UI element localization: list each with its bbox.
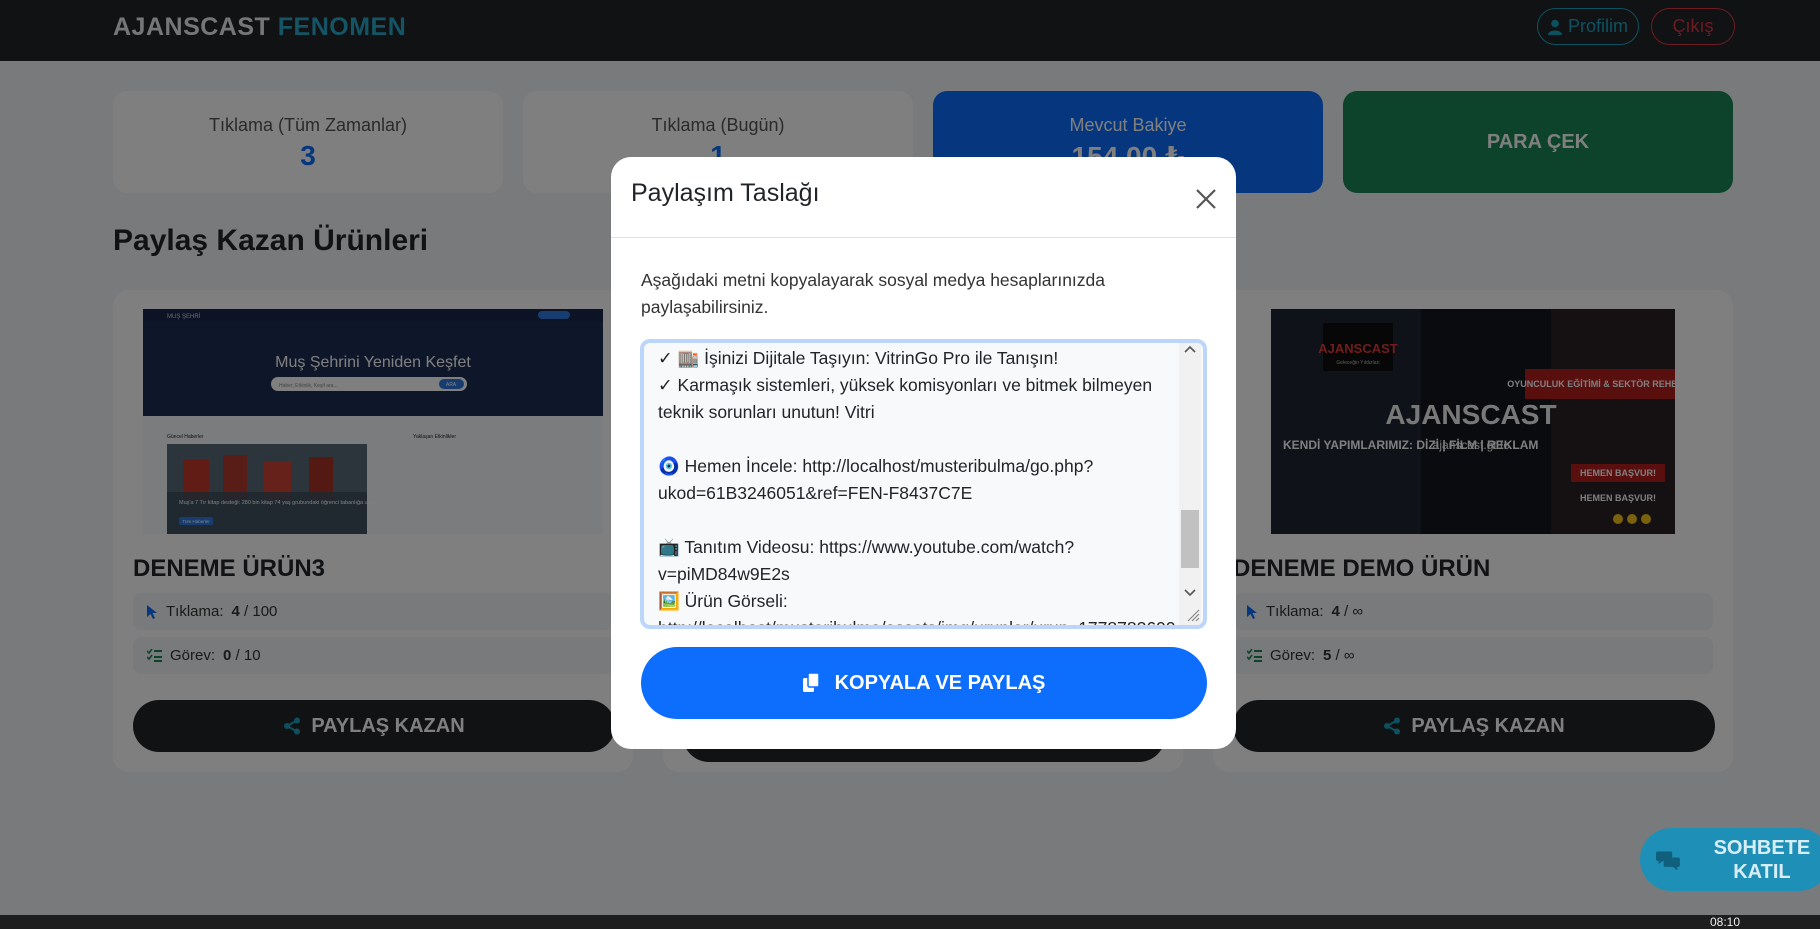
share-text-content: ✓ 🏬 İşinizi Dijitale Taşıyın: VitrinGo P… (658, 345, 1207, 629)
close-icon[interactable] (1191, 184, 1221, 214)
copy-and-share-label: KOPYALA VE PAYLAŞ (834, 671, 1046, 694)
share-text-line (658, 507, 1178, 534)
share-text-area[interactable]: ✓ 🏬 İşinizi Dijitale Taşıyın: VitrinGo P… (640, 339, 1207, 629)
taskbar: 08:10 (0, 915, 1820, 929)
share-text-line: 📺 Tanıtım Videosu: https://www.youtube.c… (658, 537, 1075, 584)
chat-join-button[interactable]: SOHBETE KATIL (1640, 828, 1820, 891)
scroll-up-icon[interactable] (1184, 345, 1196, 353)
scroll-down-icon[interactable] (1184, 589, 1196, 597)
share-text-line (658, 426, 1178, 453)
copy-icon (802, 673, 820, 692)
modal-header: Paylaşım Taslağı (611, 157, 1236, 238)
share-text-line: 🧿 Hemen İncele: http://localhost/musteri… (658, 456, 1094, 503)
modal-title: Paylaşım Taslağı (631, 179, 820, 207)
copy-and-share-button[interactable]: KOPYALA VE PAYLAŞ (641, 647, 1207, 719)
scrollbar-track[interactable] (1179, 343, 1201, 625)
resize-grip-icon[interactable] (1186, 608, 1200, 622)
share-text-line: ✓ Karmaşık sistemleri, yüksek komisyonla… (658, 375, 1157, 422)
chat-bubbles-icon (1656, 850, 1680, 870)
share-text-line: 🖼️ Ürün Görseli: http://localhost/muster… (658, 591, 1207, 629)
modal-description: Aşağıdaki metni kopyalayarak sosyal medy… (641, 270, 1105, 317)
share-text-line: ✓ 🏬 İşinizi Dijitale Taşıyın: VitrinGo P… (658, 348, 1059, 368)
share-draft-modal: Paylaşım Taslağı Aşağıdaki metni kopyala… (611, 157, 1236, 749)
chat-join-label: SOHBETE KATIL (1713, 836, 1811, 883)
scrollbar-thumb[interactable] (1181, 510, 1199, 568)
taskbar-clock: 08:10 (1709, 915, 1740, 929)
